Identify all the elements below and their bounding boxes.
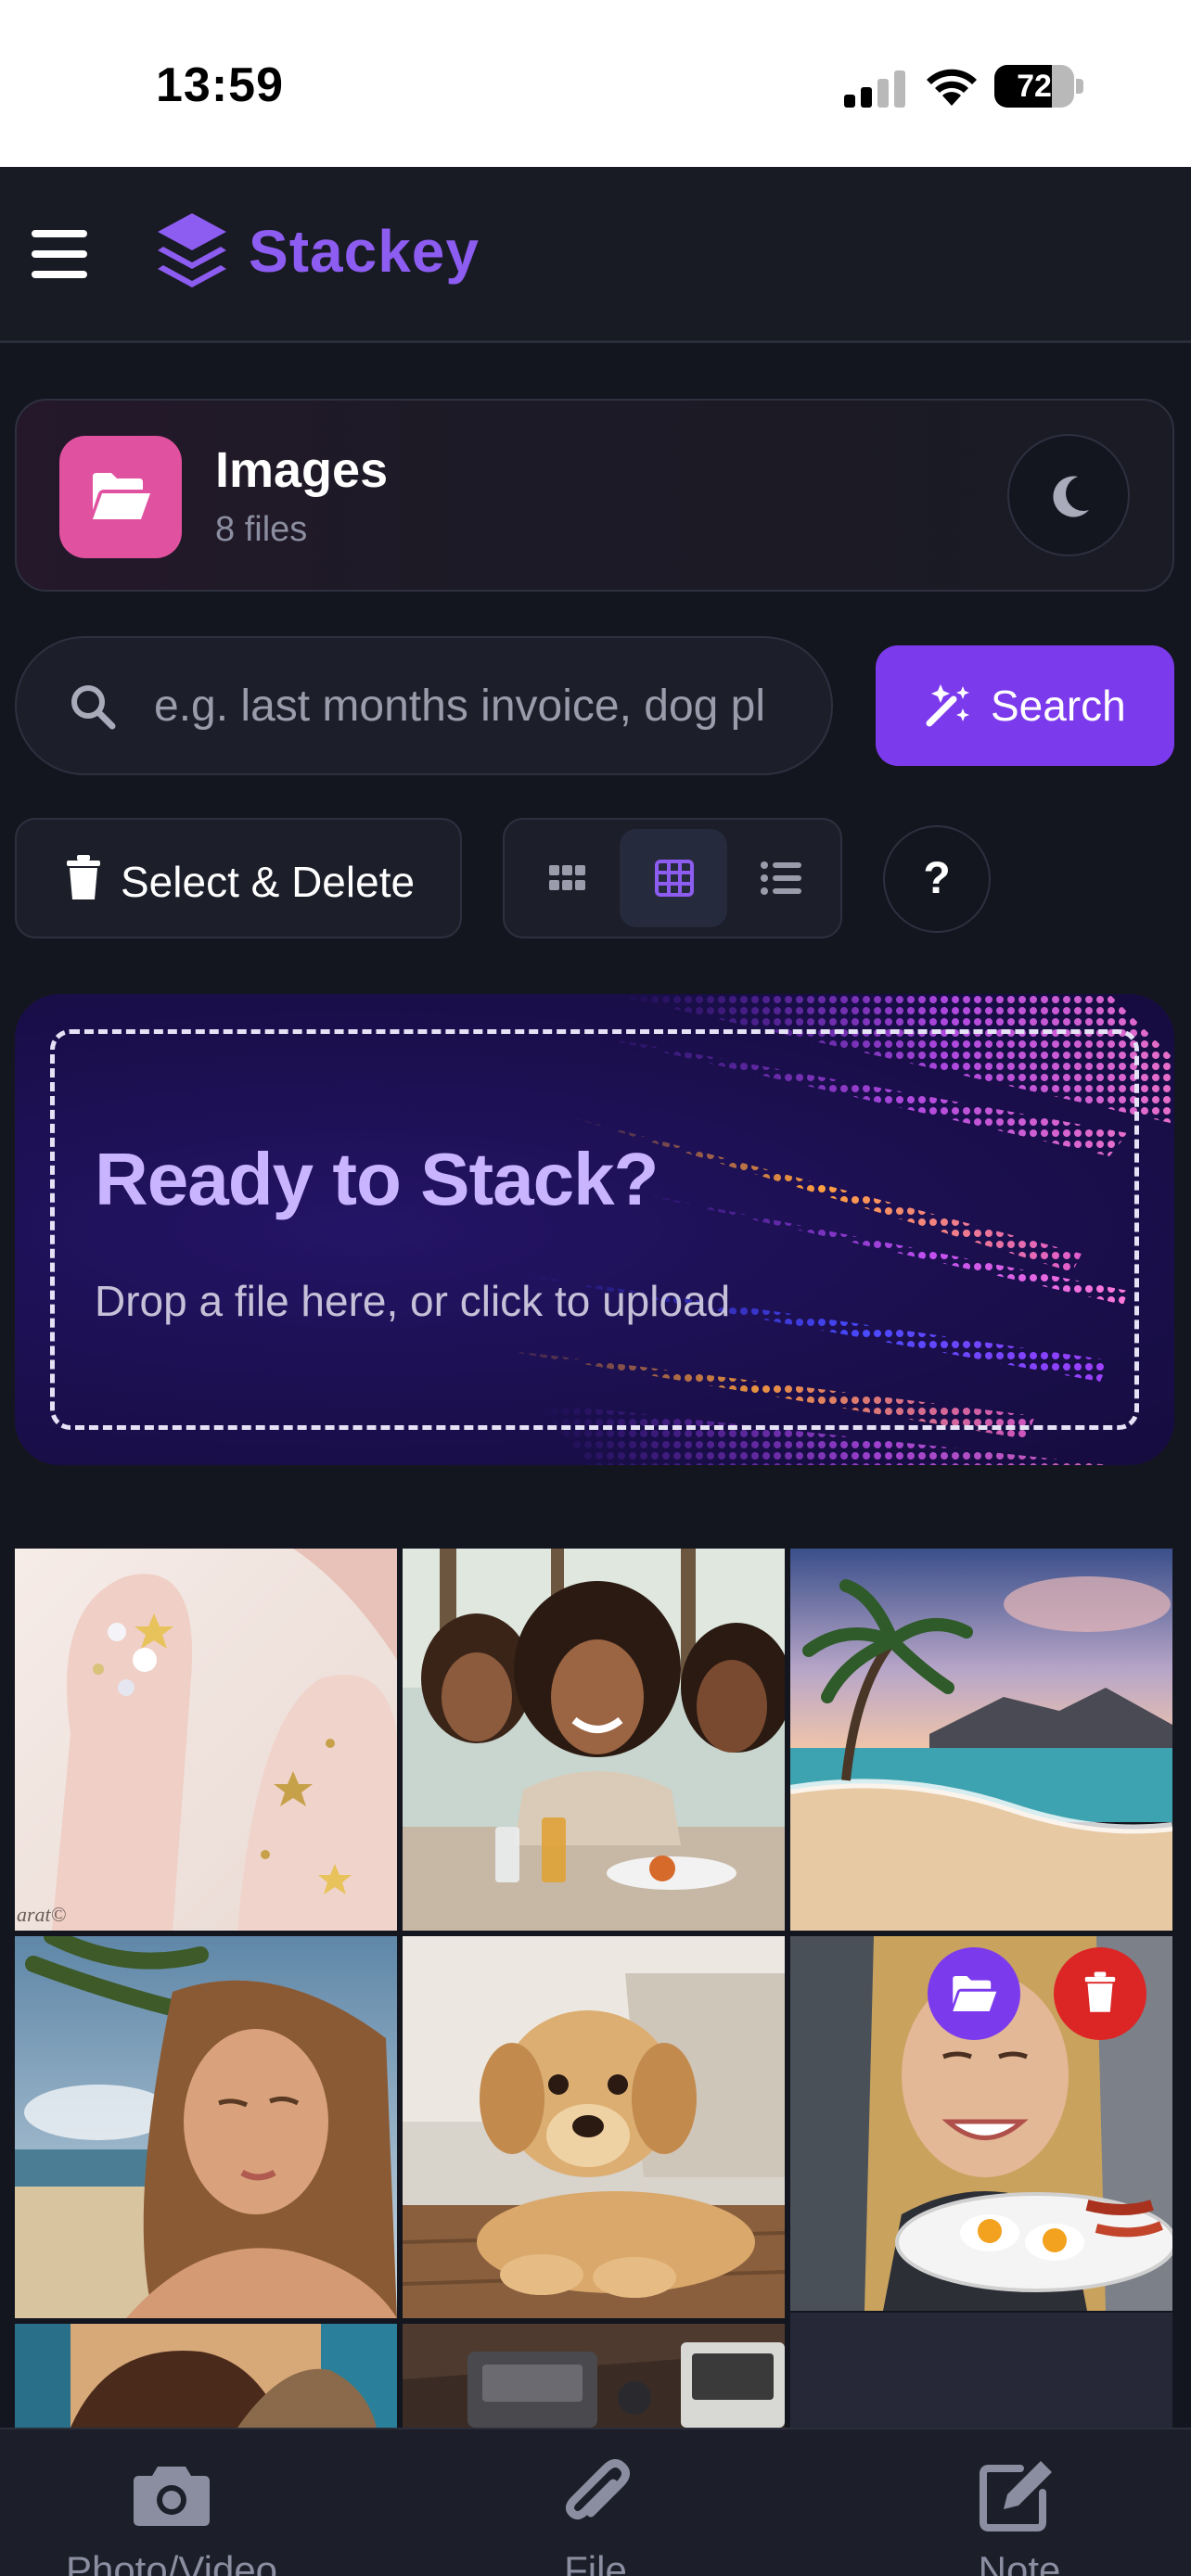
view-mode-switcher [503,818,842,938]
view-medium-grid-button[interactable] [620,829,727,927]
partial-device-photo [403,2324,785,2428]
image-thumbnail[interactable] [790,1549,1172,1931]
folder-badge [59,436,182,558]
select-delete-button[interactable]: Select & Delete [15,818,462,938]
select-delete-label: Select & Delete [121,858,416,906]
trash-icon [67,855,100,899]
wifi-icon [927,69,977,106]
golden-retriever-puppy-photo [403,1936,785,2318]
tab-note-label: Note [978,2548,1061,2576]
search-button-label: Search [991,682,1126,730]
upload-dropzone[interactable]: Ready to Stack? Drop a file here, or cli… [15,994,1174,1465]
cellular-signal-icon [844,70,905,108]
small-grid-icon [549,865,585,890]
search-button[interactable]: Search [876,645,1174,766]
list-icon [761,861,801,895]
tab-photo-video-label: Photo/Video [65,2548,278,2576]
folder-title: Images [215,442,389,498]
search-input[interactable] [154,638,803,773]
image-thumbnail[interactable] [15,2324,397,2428]
battery-icon: 72 [994,65,1083,108]
upload-title: Ready to Stack? [95,1138,659,1220]
battery-level: 72 [1017,69,1052,104]
tab-note[interactable]: Note [866,2429,1172,2576]
image-thumbnail[interactable] [403,2324,785,2428]
help-button[interactable]: ? [883,825,991,933]
partial-photo [15,2324,397,2428]
view-small-grid-button[interactable] [514,829,621,927]
menu-icon[interactable] [32,230,87,278]
image-thumbnail[interactable] [15,1936,397,2318]
tab-photo-video[interactable]: Photo/Video [19,2429,325,2576]
trash-icon [1084,1971,1116,2012]
bottom-tab-bar: Photo/Video File Note [0,2428,1191,2576]
folder-open-icon [93,473,150,519]
delete-image-button[interactable] [1054,1947,1146,2040]
tab-file-label: File [564,2548,627,2576]
paperclip-icon [565,2459,630,2520]
tab-file[interactable]: File [442,2429,749,2576]
nail-art-photo: arat© [15,1549,397,1931]
pencil-square-icon [980,2461,1052,2531]
image-watermark: arat© [17,1903,67,1926]
folder-card: Images 8 files [15,399,1174,592]
status-time: 13:59 [156,58,284,112]
moon-icon [1053,476,1089,517]
image-thumbnail[interactable] [790,1936,1172,2311]
grid-icon [655,860,694,897]
search-icon [71,685,116,730]
women-laughing-photo [403,1549,785,1931]
stack-logo-icon [158,213,226,287]
upload-subtitle: Drop a file here, or click to upload [95,1277,731,1325]
magic-wand-icon [926,684,969,727]
image-thumbnail[interactable] [403,1936,785,2318]
folder-open-icon [953,1976,997,2011]
dropzone-dashed-border [50,1029,1139,1430]
tropical-beach-photo [790,1549,1172,1931]
status-bar: 13:59 72 [0,0,1191,167]
search-box [15,636,833,775]
empty-grid-cell [790,2313,1172,2428]
woman-sunbathing-photo [15,1936,397,2318]
image-thumbnail[interactable] [403,1549,785,1931]
view-list-button[interactable] [725,829,833,927]
folder-file-count: 8 files [215,510,308,549]
dark-mode-toggle[interactable] [1007,434,1130,556]
app-header: Stackey [0,167,1191,343]
image-thumbnail[interactable]: arat© [15,1549,397,1931]
app-name: Stackey [249,218,480,285]
camera-icon [134,2467,210,2526]
move-to-folder-button[interactable] [928,1947,1020,2040]
